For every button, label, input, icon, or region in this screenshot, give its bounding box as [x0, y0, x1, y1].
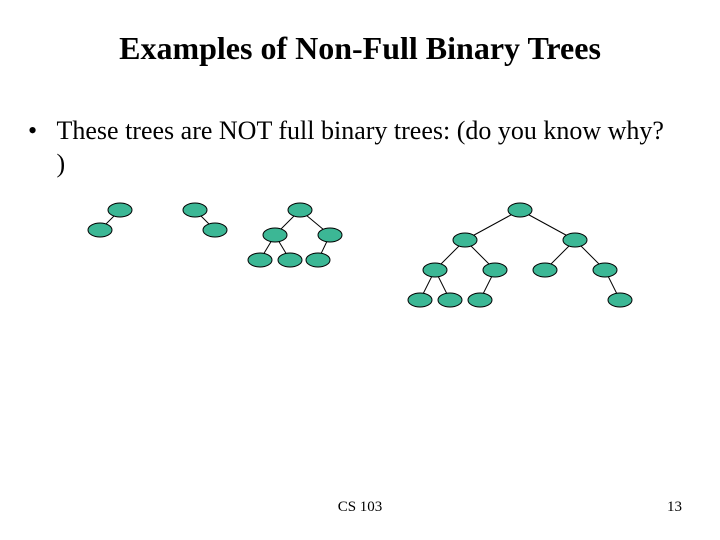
tree-4 [408, 203, 632, 307]
footer-course-code: CS 103 [0, 499, 720, 516]
tree-3 [248, 203, 342, 267]
bullet-item: • These trees are NOT full binary trees:… [28, 115, 680, 180]
tree-diagrams [80, 200, 660, 340]
tree-2 [183, 203, 227, 237]
slide-title: Examples of Non-Full Binary Trees [0, 30, 720, 67]
tree-1 [88, 203, 132, 237]
page-number: 13 [667, 499, 682, 516]
bullet-text: These trees are NOT full binary trees: (… [57, 115, 677, 180]
slide: Examples of Non-Full Binary Trees • Thes… [0, 0, 720, 540]
bullet-marker: • [28, 115, 50, 148]
